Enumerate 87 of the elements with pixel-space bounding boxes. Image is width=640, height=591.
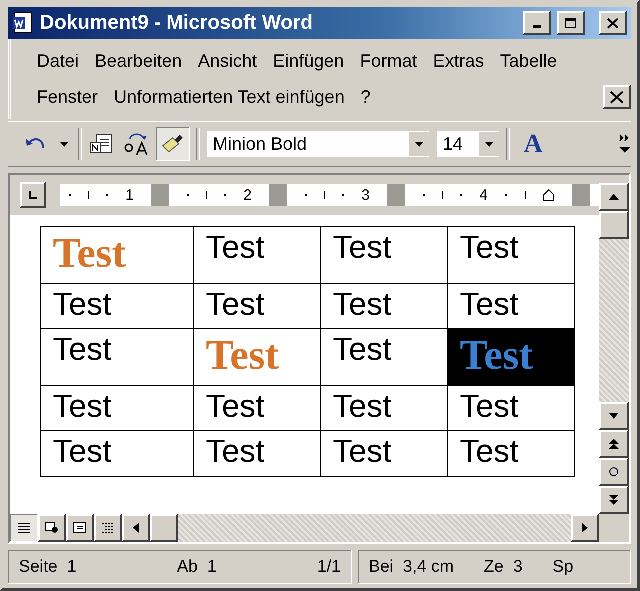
close-document-button[interactable]: [603, 85, 631, 109]
table-cell: Test: [40, 386, 194, 430]
table-cell: Test: [194, 226, 320, 284]
table-cell: Test: [40, 430, 194, 476]
tab-selector-button[interactable]: [20, 182, 46, 208]
web-page-icon: [45, 522, 59, 534]
lines-icon: [17, 522, 31, 534]
font-color-button[interactable]: A: [516, 129, 551, 159]
down-arrow-icon: [609, 413, 619, 419]
outline-icon: [101, 522, 115, 534]
browse-object-button[interactable]: [599, 458, 629, 486]
ruler-number: 3: [362, 186, 370, 204]
menu-item[interactable]: ?: [352, 86, 379, 108]
table-cell: Test: [40, 328, 194, 386]
next-page-button[interactable]: [599, 486, 629, 514]
menu-item[interactable]: Fenster: [29, 86, 106, 108]
more-buttons-icon[interactable]: [619, 133, 631, 155]
close-icon: [610, 90, 624, 104]
ruler-number: 2: [244, 186, 252, 204]
table-cell: Test: [448, 226, 574, 284]
right-arrow-icon: [582, 523, 588, 533]
status-text: Ze 3: [484, 557, 523, 577]
horizontal-scroll-thumb[interactable]: [150, 514, 178, 542]
left-arrow-icon: [133, 523, 139, 533]
menu-item[interactable]: Datei: [29, 50, 88, 72]
table-cell: Test: [448, 328, 574, 386]
document-icon: [12, 12, 34, 34]
table-cell: Test: [40, 226, 194, 284]
ruler-number: 4: [480, 186, 488, 204]
table-cell: Test: [448, 430, 574, 476]
menu-item[interactable]: Tabelle: [492, 50, 566, 72]
double-up-arrow-icon: [609, 439, 619, 449]
table-cell: Test: [320, 386, 448, 430]
indent-marker-icon[interactable]: [542, 188, 555, 202]
scroll-left-button[interactable]: [122, 514, 150, 542]
table-cell: Test: [320, 430, 448, 476]
font-field[interactable]: Minion Bold: [206, 130, 430, 158]
column-marker[interactable]: [387, 184, 406, 206]
table-cell: Test: [194, 284, 320, 328]
maximize-button[interactable]: [557, 11, 585, 35]
page-view-button[interactable]: [66, 514, 94, 542]
minimize-icon: [533, 25, 541, 28]
table-cell: Test: [194, 430, 320, 476]
scroll-up-button[interactable]: [599, 183, 629, 211]
up-arrow-icon: [609, 194, 619, 200]
dropdown-caret-icon: [414, 142, 424, 146]
normal-view-button[interactable]: [10, 514, 38, 542]
table-cell: Test: [320, 284, 448, 328]
menu-item[interactable]: Bearbeiten: [87, 50, 190, 72]
circle-icon: [609, 467, 619, 477]
font-size-field[interactable]: 14: [436, 130, 500, 158]
page-icon: [73, 522, 87, 534]
status-text: Ab 1: [177, 557, 217, 577]
close-button[interactable]: [599, 11, 627, 35]
tab-stop-icon: [28, 190, 38, 200]
menu-item[interactable]: Format: [352, 50, 426, 72]
dropdown-caret-icon: [60, 142, 68, 146]
previous-page-button[interactable]: [599, 430, 629, 458]
table-cell: Test: [40, 284, 194, 328]
table-cell: Test: [320, 226, 448, 284]
menu-item[interactable]: Ansicht: [190, 50, 266, 72]
menu-item[interactable]: Unformatierten Text einfügen: [106, 86, 353, 108]
double-down-arrow-icon: [609, 495, 619, 505]
status-text: Sp: [552, 557, 574, 577]
vertical-scroll-thumb[interactable]: [599, 211, 629, 239]
column-marker[interactable]: [151, 184, 170, 206]
status-text: Bei 3,4 cm: [369, 557, 454, 577]
scroll-right-button[interactable]: [571, 514, 599, 542]
ruler-number: 1: [126, 186, 134, 204]
window-title: Dokument9 - Microsoft Word: [40, 12, 314, 34]
status-text: 1/1: [317, 557, 341, 577]
dropdown-caret-icon: [484, 142, 494, 146]
close-icon: [607, 18, 619, 28]
scroll-down-button[interactable]: [599, 402, 629, 430]
table-cell: Test: [194, 386, 320, 430]
format-painter-button[interactable]: [156, 127, 190, 161]
web-view-button[interactable]: [38, 514, 66, 542]
menu-item[interactable]: Extras: [425, 50, 492, 72]
maximize-icon: [565, 18, 577, 28]
minimize-button[interactable]: [523, 11, 551, 35]
column-marker[interactable]: [269, 184, 288, 206]
table-cell: Test: [448, 386, 574, 430]
outline-view-button[interactable]: [94, 514, 122, 542]
menu-item[interactable]: Einfügen: [265, 50, 352, 72]
status-text: Seite 1: [19, 557, 77, 577]
table-cell: Test: [194, 328, 320, 386]
column-marker[interactable]: [572, 184, 590, 206]
